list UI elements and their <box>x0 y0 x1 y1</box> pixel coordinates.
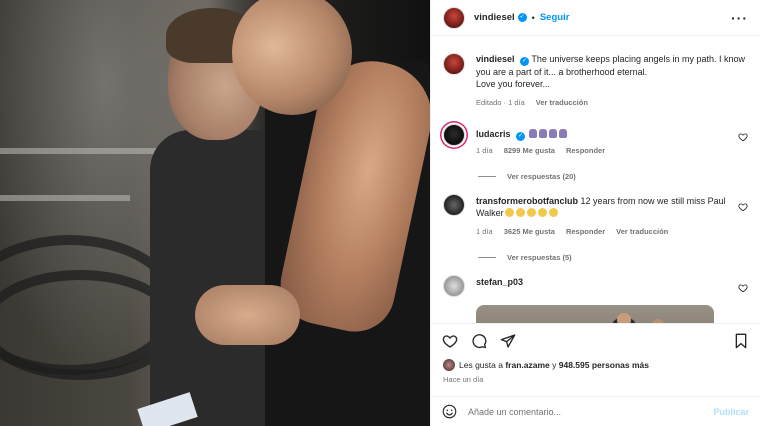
sad-face-emoji-icon <box>526 208 536 217</box>
comment-username[interactable]: ludacris <box>476 129 511 139</box>
edited-label: Editado <box>476 98 502 107</box>
liker-avatar[interactable] <box>443 359 455 371</box>
comment-username[interactable]: stefan_p03 <box>476 277 523 287</box>
verified-badge-icon: ✓ <box>517 13 527 22</box>
caption-meta: Editado · 1 día Ver traducción <box>476 97 588 109</box>
comments-scroll-area[interactable]: vindiesel ✓ The universe keeps placing a… <box>431 36 760 323</box>
heart-icon[interactable] <box>442 333 458 349</box>
caption-translate-link[interactable]: Ver traducción <box>536 97 588 109</box>
folded-hands-emoji-icon <box>548 129 557 138</box>
image-figure-head <box>652 319 664 323</box>
verified-badge-icon: ✓ <box>520 57 530 66</box>
emoji-icon[interactable] <box>442 404 457 419</box>
comment-likes[interactable]: 8299 Me gusta <box>504 145 555 157</box>
share-icon[interactable] <box>500 333 516 349</box>
background-shelf <box>0 148 170 154</box>
folded-hands-emoji-icon <box>528 129 537 138</box>
caption-row: vindiesel ✓ The universe keeps placing a… <box>443 53 748 109</box>
caption-time: 1 día <box>508 98 525 107</box>
post-action-bar <box>431 323 760 357</box>
commenter-avatar[interactable] <box>443 275 465 297</box>
follow-button[interactable]: Seguir <box>540 12 570 23</box>
reply-button[interactable]: Responder <box>566 226 605 238</box>
comment-meta: 1 día 3625 Me gusta Responder Ver traduc… <box>476 226 748 238</box>
bookmark-icon[interactable] <box>733 333 749 349</box>
sad-face-emoji-icon <box>548 208 558 217</box>
comment-likes[interactable]: 3625 Me gusta <box>504 226 555 238</box>
caption-text: The universe keeps placing angels in my … <box>476 54 746 77</box>
folded-hands-emoji-icon <box>538 129 547 138</box>
post-header: vindiesel ✓ • Seguir ··· <box>431 0 760 36</box>
commenter-avatar[interactable] <box>443 124 465 146</box>
comment-input[interactable]: Añade un comentario... <box>468 407 713 417</box>
view-replies-button[interactable]: Ver respuestas (20) <box>478 172 748 181</box>
comment-like-heart-icon[interactable] <box>738 202 748 212</box>
hands <box>195 285 300 345</box>
sad-face-emoji-icon <box>515 208 525 217</box>
replies-divider <box>478 257 496 258</box>
post-timestamp: Hace un día <box>443 375 484 384</box>
sad-face-emoji-icon <box>537 208 547 217</box>
reply-button[interactable]: Responder <box>566 145 605 157</box>
background-shelf <box>0 195 130 201</box>
comment-composer: Añade un comentario... Publicar <box>431 396 760 426</box>
comment-meta: 1 día 8299 Me gusta Responder <box>476 145 748 157</box>
separator-dot: • <box>531 12 535 23</box>
author-avatar[interactable] <box>443 53 465 75</box>
comment-row: stefan_p03 <box>443 275 748 297</box>
comment-row: transformerobotfanclub 12 years from now… <box>443 194 748 238</box>
comment-like-heart-icon[interactable] <box>738 132 748 142</box>
image-figure-head <box>617 313 631 323</box>
likes-prefix: Les gusta a <box>459 360 503 370</box>
comment-like-heart-icon[interactable] <box>738 283 748 293</box>
comment-text-line2: Walker <box>476 208 504 218</box>
commenter-avatar[interactable] <box>443 194 465 216</box>
comment-icon[interactable] <box>471 333 487 349</box>
author-username[interactable]: vindiesel <box>474 12 515 23</box>
caption-text-line2: Love you forever... <box>476 79 551 89</box>
sad-face-emoji-icon <box>504 208 514 217</box>
replies-divider <box>478 176 496 177</box>
instagram-post-view: vindiesel ✓ • Seguir ··· vindiesel ✓ The… <box>0 0 760 426</box>
likes-joiner: y <box>552 360 557 370</box>
view-replies-label: Ver respuestas (20) <box>507 172 576 181</box>
comment-body: stefan_p03 <box>476 275 748 288</box>
post-side-panel: vindiesel ✓ • Seguir ··· vindiesel ✓ The… <box>430 0 760 426</box>
view-replies-label: Ver respuestas (5) <box>507 253 572 262</box>
comment-body: transformerobotfanclub 12 years from now… <box>476 194 748 238</box>
comment-image[interactable] <box>476 305 714 323</box>
comment-body: ludacris ✓ 1 día 8299 Me gusta Responder <box>476 124 748 157</box>
comment-time: 1 día <box>476 227 493 236</box>
caption-body: vindiesel ✓ The universe keeps placing a… <box>476 53 748 109</box>
likes-summary: Les gusta a fran.azame y 948.595 persona… <box>431 357 760 373</box>
author-avatar[interactable] <box>443 6 465 29</box>
publish-button[interactable]: Publicar <box>713 407 749 417</box>
verified-badge-icon: ✓ <box>516 132 526 141</box>
likes-count[interactable]: 948.595 personas más <box>559 360 649 370</box>
comment-time: 1 día <box>476 146 493 155</box>
comment-text: 12 years from now we still miss Paul <box>580 196 726 206</box>
comment-username[interactable]: transformerobotfanclub <box>476 196 578 206</box>
view-replies-button[interactable]: Ver respuestas (5) <box>478 253 748 262</box>
liker-username[interactable]: fran.azame <box>505 360 549 370</box>
caption-username[interactable]: vindiesel <box>476 54 515 64</box>
comment-translate-link[interactable]: Ver traducción <box>616 226 668 238</box>
more-options-icon[interactable]: ··· <box>731 10 748 26</box>
folded-hands-emoji-icon <box>558 129 567 138</box>
comment-row: ludacris ✓ 1 día 8299 Me gusta Responder <box>443 124 748 157</box>
post-photo[interactable] <box>0 0 430 426</box>
